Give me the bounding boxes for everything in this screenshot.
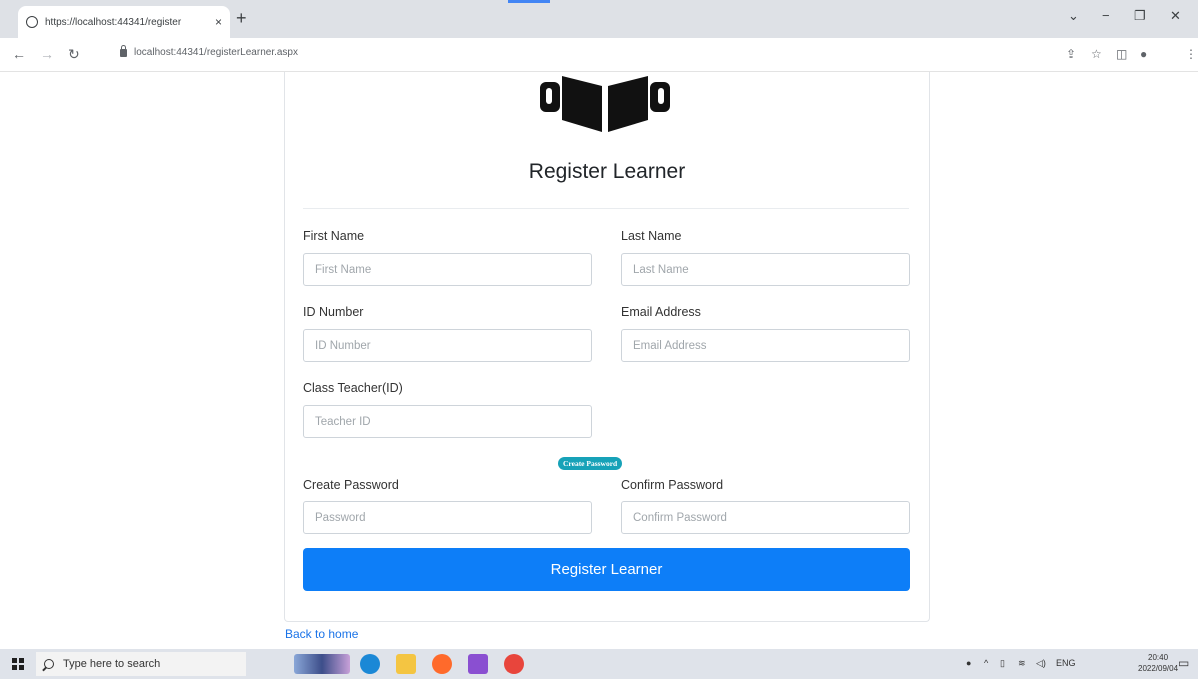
page-title: Register Learner: [528, 160, 686, 183]
url-text: localhost:44341/registerLearner.aspx: [134, 47, 298, 58]
profile-icon[interactable]: ●: [1140, 47, 1147, 61]
clock-date: 2022/09/04: [1138, 664, 1179, 673]
create-password-label: Create Password: [303, 478, 399, 492]
share-icon[interactable]: ⇪: [1066, 47, 1076, 61]
last-name-label: Last Name: [621, 229, 682, 243]
last-name-input[interactable]: [621, 253, 910, 286]
back-arrow-icon[interactable]: ←: [12, 46, 26, 62]
loading-indicator: [508, 0, 550, 3]
id-number-input[interactable]: [303, 329, 592, 362]
lock-icon: [120, 44, 127, 57]
email-input[interactable]: [621, 329, 910, 362]
reload-icon[interactable]: ↻: [68, 46, 80, 63]
bookmark-star-icon[interactable]: ☆: [1091, 47, 1102, 61]
volume-icon[interactable]: ◁): [1036, 658, 1046, 669]
confirm-password-label: Confirm Password: [621, 478, 724, 492]
forward-arrow-icon[interactable]: →: [40, 46, 54, 62]
chrome-icon[interactable]: [504, 654, 524, 674]
taskbar-search[interactable]: Type here to search: [36, 652, 246, 676]
email-label: Email Address: [621, 305, 701, 319]
register-learner-button[interactable]: Register Learner: [303, 548, 910, 591]
close-window-button[interactable]: ✕: [1170, 8, 1181, 24]
first-name-input[interactable]: [303, 253, 592, 286]
battery-icon[interactable]: ▯: [1000, 658, 1005, 669]
tab-title: https://localhost:44341/register: [45, 16, 182, 28]
new-tab-button[interactable]: +: [236, 8, 247, 29]
windows-taskbar: Type here to search ● ^ ▯ ≋ ◁) ENG 20:40…: [0, 649, 1198, 679]
password-input[interactable]: [303, 501, 592, 534]
restore-button[interactable]: ❐: [1134, 8, 1146, 24]
browser-tab[interactable]: https://localhost:44341/register ×: [18, 6, 230, 38]
back-to-home-link[interactable]: Back to home: [285, 627, 358, 641]
create-password-badge: Create Password: [558, 457, 623, 470]
edge-browser-icon[interactable]: [360, 654, 380, 674]
firefox-icon[interactable]: [432, 654, 452, 674]
clock[interactable]: 20:40 2022/09/04: [1138, 652, 1178, 674]
file-explorer-icon[interactable]: [396, 654, 416, 674]
network-status-icon[interactable]: ●: [966, 658, 971, 668]
search-icon: [44, 659, 54, 669]
minimize-button[interactable]: −: [1102, 8, 1110, 23]
address-bar[interactable]: localhost:44341/registerLearner.aspx: [120, 44, 298, 58]
class-teacher-label: Class Teacher(ID): [303, 381, 403, 395]
language-indicator[interactable]: ENG: [1056, 658, 1076, 668]
teacher-id-input[interactable]: [303, 405, 592, 438]
browser-toolbar: ← → ↻ localhost:44341/registerLearner.as…: [0, 38, 1198, 72]
open-book-icon: [540, 76, 670, 132]
chevron-up-icon[interactable]: ^: [984, 658, 988, 668]
tab-close-icon[interactable]: ×: [215, 15, 222, 29]
news-widget-icon[interactable]: [294, 654, 350, 674]
globe-icon: [26, 16, 38, 28]
id-number-label: ID Number: [303, 305, 364, 319]
confirm-password-input[interactable]: [621, 501, 910, 534]
first-name-label: First Name: [303, 229, 365, 243]
wifi-icon[interactable]: ≋: [1018, 658, 1026, 669]
tab-search-icon[interactable]: ⌄: [1068, 8, 1079, 24]
clock-time: 20:40: [1148, 653, 1169, 662]
visual-studio-icon[interactable]: [468, 654, 488, 674]
taskbar-search-text: Type here to search: [63, 658, 161, 670]
menu-icon[interactable]: ⋮: [1185, 47, 1197, 61]
divider: [303, 208, 909, 209]
side-panel-icon[interactable]: ◫: [1116, 47, 1127, 61]
notification-icon[interactable]: ▭: [1178, 656, 1189, 670]
browser-tab-strip: https://localhost:44341/register × + ⌄ −…: [0, 0, 1198, 38]
windows-start-icon[interactable]: [12, 658, 24, 670]
